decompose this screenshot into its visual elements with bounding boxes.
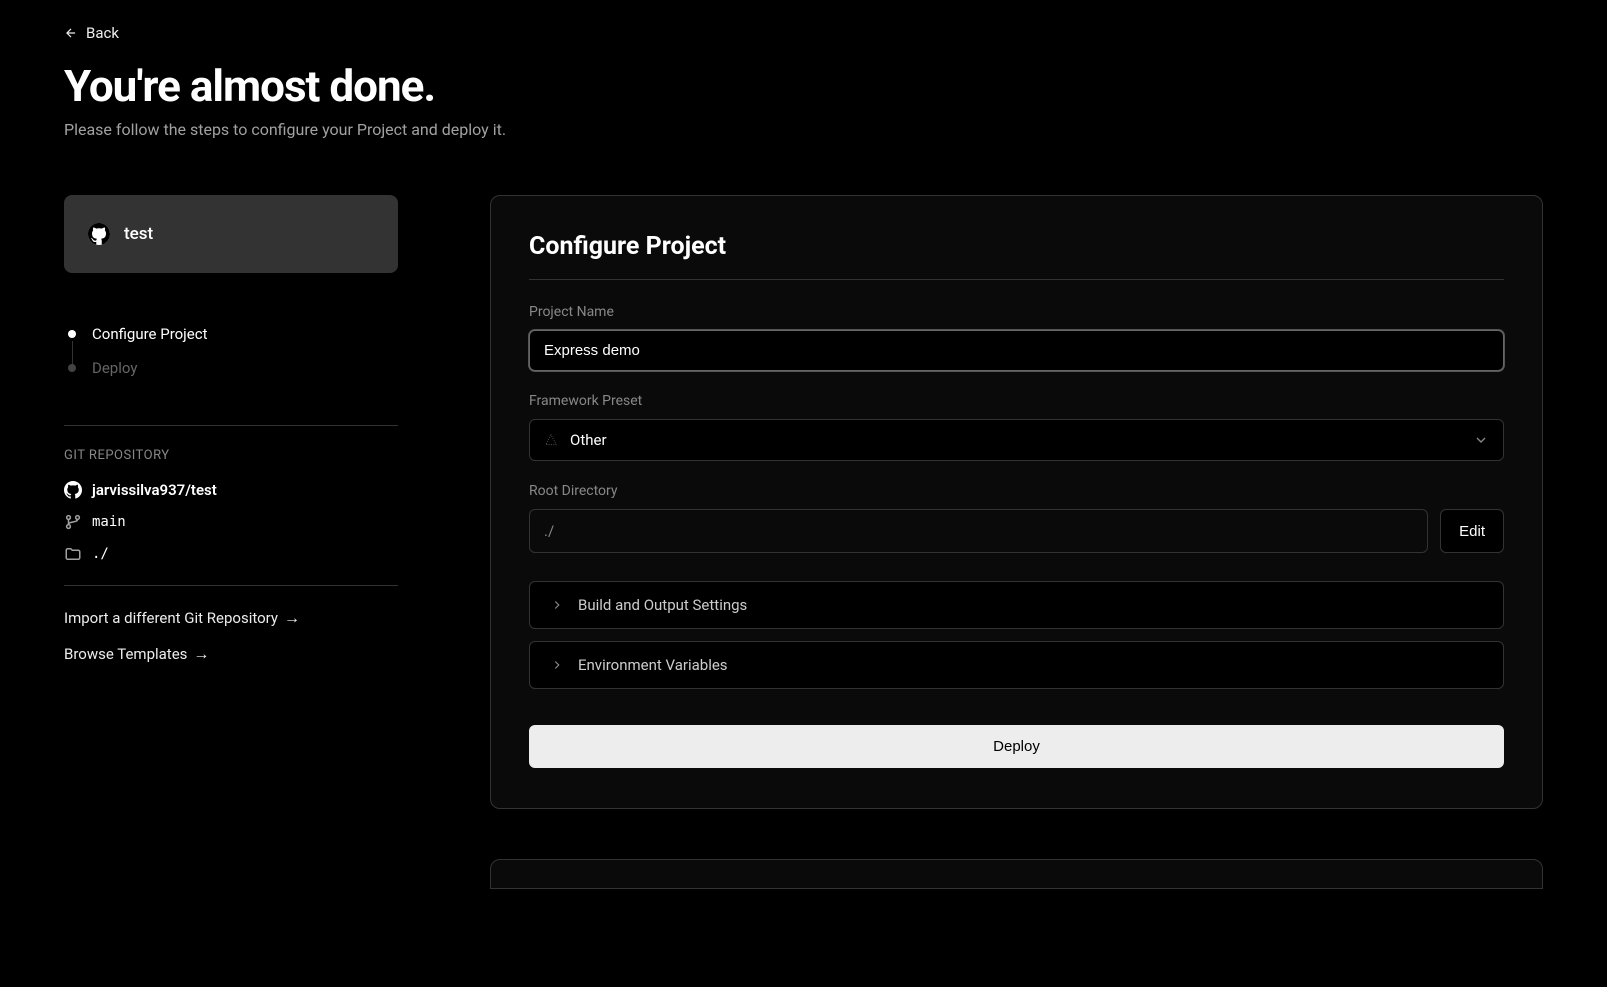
browse-templates-link[interactable]: Browse Templates → (64, 644, 398, 664)
repo-full-name: jarvissilva937/test (92, 481, 217, 499)
repo-full-name-row[interactable]: jarvissilva937/test (64, 481, 398, 499)
step-deploy[interactable]: Deploy (68, 351, 398, 385)
framework-icon (544, 433, 558, 447)
page-subtitle: Please follow the steps to configure you… (64, 120, 1543, 139)
root-directory-label: Root Directory (529, 483, 1504, 499)
panel-title: Configure Project (529, 232, 1504, 261)
steps-list: Configure Project Deploy (64, 317, 398, 385)
back-label: Back (86, 24, 119, 42)
divider (64, 425, 398, 426)
step-dot-icon (68, 364, 76, 372)
branch-row: main (64, 513, 398, 531)
folder-icon (64, 545, 82, 563)
next-panel-peek (490, 859, 1543, 889)
import-different-repo-link[interactable]: Import a different Git Repository → (64, 608, 398, 628)
git-repo-section-label: GIT REPOSITORY (64, 448, 398, 463)
edit-root-directory-button[interactable]: Edit (1440, 509, 1504, 553)
link-label: Import a different Git Repository (64, 609, 278, 627)
step-dot-icon (68, 330, 76, 338)
arrow-right-icon: → (284, 608, 300, 628)
accordion-label: Build and Output Settings (578, 596, 747, 614)
link-label: Browse Templates (64, 645, 187, 663)
branch-icon (64, 513, 82, 531)
repo-card-name: test (124, 224, 153, 244)
framework-preset-label: Framework Preset (529, 393, 1504, 409)
arrow-right-icon: → (193, 644, 209, 664)
project-name-input[interactable] (529, 330, 1504, 371)
github-icon (88, 223, 110, 245)
build-output-settings-accordion[interactable]: Build and Output Settings (529, 581, 1504, 629)
divider (64, 585, 398, 586)
project-name-label: Project Name (529, 304, 1504, 320)
folder-row: ./ (64, 545, 398, 563)
deploy-button[interactable]: Deploy (529, 725, 1504, 768)
step-label: Configure Project (92, 325, 207, 343)
framework-preset-select[interactable]: Other (529, 419, 1504, 461)
branch-name: main (92, 514, 126, 530)
step-label: Deploy (92, 359, 137, 377)
framework-preset-value: Other (570, 431, 607, 449)
folder-path: ./ (92, 546, 109, 562)
step-configure-project[interactable]: Configure Project (68, 317, 398, 351)
root-directory-value: ./ (529, 509, 1428, 553)
back-link[interactable]: Back (64, 24, 119, 42)
chevron-down-icon (1473, 432, 1489, 448)
chevron-right-icon (550, 598, 564, 612)
repo-card[interactable]: test (64, 195, 398, 273)
accordion-label: Environment Variables (578, 656, 728, 674)
page-title: You're almost done. (64, 60, 1543, 112)
environment-variables-accordion[interactable]: Environment Variables (529, 641, 1504, 689)
chevron-right-icon (550, 658, 564, 672)
divider (529, 279, 1504, 280)
arrow-left-icon (64, 26, 78, 40)
github-icon (64, 481, 82, 499)
configure-project-panel: Configure Project Project Name Framework… (490, 195, 1543, 809)
